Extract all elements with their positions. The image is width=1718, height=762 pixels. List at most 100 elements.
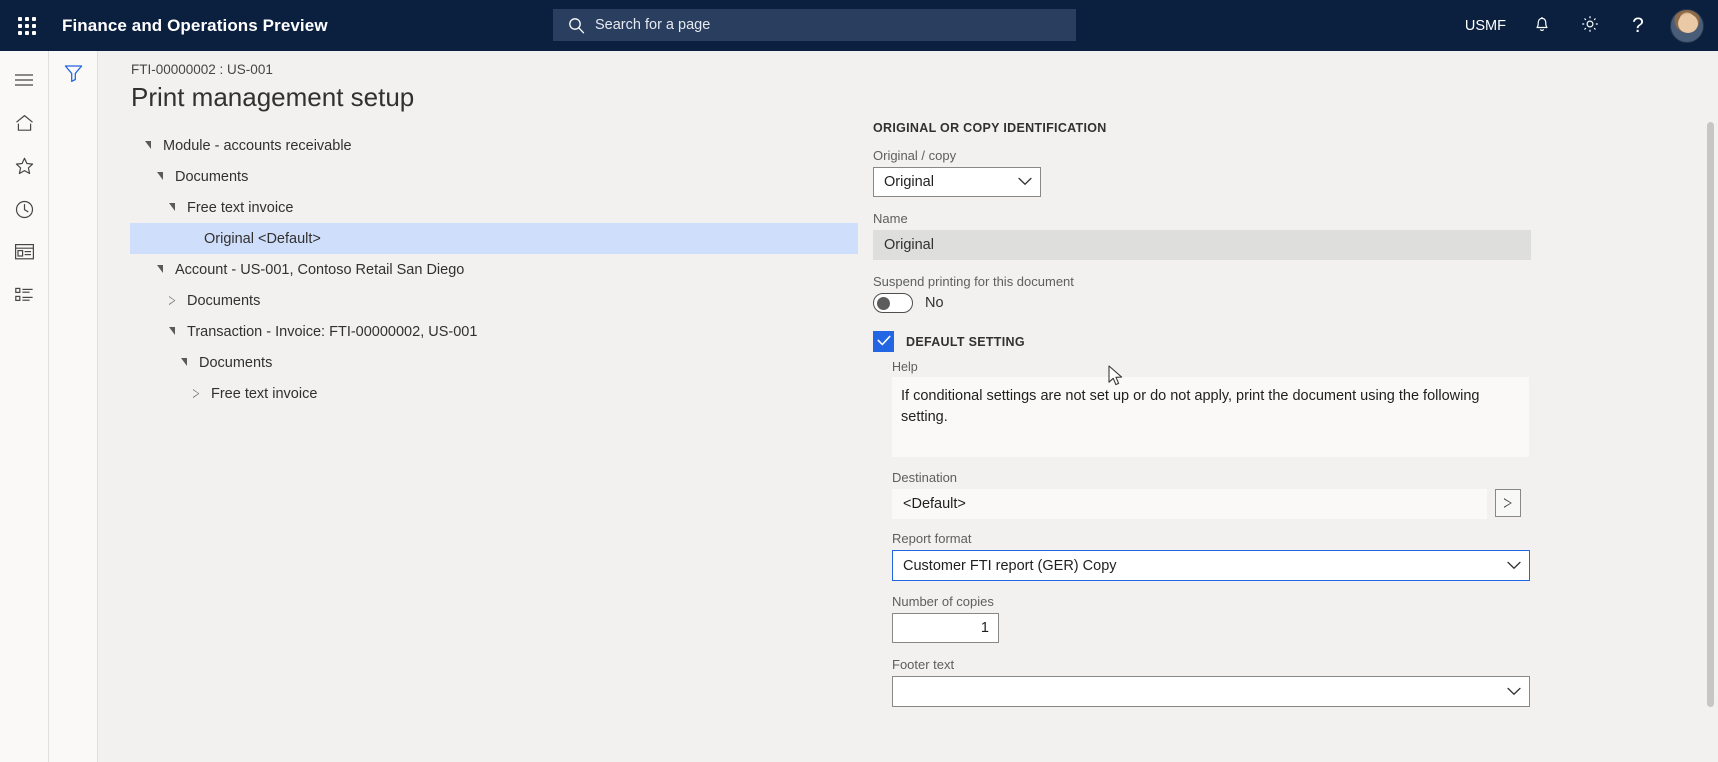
company-selector[interactable]: USMF bbox=[1453, 0, 1518, 51]
name-field: Name Original bbox=[873, 211, 1663, 260]
search-placeholder: Search for a page bbox=[595, 17, 711, 33]
filter-button[interactable] bbox=[56, 59, 90, 91]
destination-input[interactable]: <Default> bbox=[892, 489, 1487, 519]
tree-node-label: Account - US-001, Contoso Retail San Die… bbox=[175, 261, 465, 278]
suspend-printing-toggle[interactable] bbox=[873, 293, 913, 313]
destination-field: Destination <Default> bbox=[892, 470, 1663, 519]
tree-node[interactable]: Free text invoice bbox=[131, 378, 861, 409]
workspace-icon bbox=[14, 243, 35, 266]
triangle-expanded-icon bbox=[169, 326, 175, 335]
settings-panel: ORIGINAL OR COPY IDENTIFICATION Original… bbox=[873, 121, 1663, 707]
destination-value: <Default> bbox=[903, 496, 966, 512]
tree-node[interactable]: Free text invoice bbox=[131, 192, 861, 223]
tree-node-label: Module - accounts receivable bbox=[163, 137, 352, 154]
top-navigation-bar: Finance and Operations Preview Search fo… bbox=[0, 0, 1718, 51]
tree-node[interactable]: Transaction - Invoice: FTI-00000002, US-… bbox=[131, 316, 861, 347]
play-triangle-icon bbox=[1504, 498, 1512, 508]
page-content: FTI-00000002 : US-001 Print management s… bbox=[98, 51, 1718, 762]
name-input: Original bbox=[873, 230, 1531, 260]
sidebar-item-recent[interactable] bbox=[0, 190, 49, 233]
destination-label: Destination bbox=[892, 470, 958, 485]
default-setting-title: DEFAULT SETTING bbox=[906, 334, 1025, 349]
tree-node-selected[interactable]: Original <Default> bbox=[130, 223, 858, 254]
help-button[interactable]: ? bbox=[1614, 0, 1662, 51]
avatar[interactable] bbox=[1670, 8, 1704, 43]
notifications-button[interactable] bbox=[1518, 0, 1566, 51]
suspend-printing-row: No bbox=[873, 293, 1663, 313]
tree-node-label: Documents bbox=[199, 354, 273, 371]
tree-node-label: Documents bbox=[187, 292, 261, 309]
expander[interactable] bbox=[175, 357, 193, 367]
triangle-collapsed-icon bbox=[193, 389, 200, 399]
expand-navigation-button[interactable] bbox=[0, 61, 49, 104]
tree-node-label: Transaction - Invoice: FTI-00000002, US-… bbox=[187, 323, 478, 340]
default-setting-body: Help If conditional settings are not set… bbox=[892, 360, 1663, 707]
modules-list-icon bbox=[14, 286, 35, 309]
section-title-original-or-copy: ORIGINAL OR COPY IDENTIFICATION bbox=[873, 121, 1107, 135]
top-right-actions: USMF ? bbox=[1453, 0, 1718, 51]
expander[interactable] bbox=[151, 171, 169, 181]
tree-node-label: Free text invoice bbox=[187, 199, 294, 216]
tree-node[interactable]: Module - accounts receivable bbox=[131, 130, 861, 161]
original-copy-value: Original bbox=[884, 174, 934, 190]
expander[interactable] bbox=[163, 326, 181, 336]
number-of-copies-label: Number of copies bbox=[892, 594, 994, 609]
report-format-label: Report format bbox=[892, 531, 972, 546]
sidebar-item-modules[interactable] bbox=[0, 276, 49, 319]
tree-node[interactable]: Documents bbox=[131, 285, 861, 316]
waffle-menu-button[interactable] bbox=[0, 0, 54, 51]
chevron-down-icon bbox=[1018, 174, 1032, 190]
page-title: Print management setup bbox=[131, 82, 415, 112]
waffle-grid-icon bbox=[18, 16, 36, 35]
tree-node[interactable]: Documents bbox=[131, 347, 861, 378]
tree-node-label: Documents bbox=[175, 168, 249, 185]
destination-row: <Default> bbox=[892, 489, 1663, 519]
triangle-expanded-icon bbox=[181, 357, 187, 366]
original-copy-select[interactable]: Original bbox=[873, 167, 1041, 197]
expander[interactable] bbox=[187, 389, 205, 399]
report-format-value: Customer FTI report (GER) Copy bbox=[903, 557, 1117, 574]
print-management-tree: Module - accounts receivable Documents F… bbox=[130, 130, 861, 409]
name-value: Original bbox=[884, 237, 934, 253]
original-copy-label: Original / copy bbox=[873, 148, 957, 163]
tree-node[interactable]: Documents bbox=[131, 161, 861, 192]
app-root: Finance and Operations Preview Search fo… bbox=[0, 0, 1718, 762]
triangle-expanded-icon bbox=[157, 171, 163, 180]
filter-funnel-icon bbox=[63, 63, 84, 88]
bell-icon bbox=[1533, 14, 1551, 37]
breadcrumb: FTI-00000002 : US-001 bbox=[131, 62, 273, 77]
original-copy-field: Original / copy Original bbox=[873, 148, 1663, 197]
destination-open-button[interactable] bbox=[1495, 489, 1521, 517]
expander[interactable] bbox=[139, 140, 157, 150]
sidebar-item-favorites[interactable] bbox=[0, 147, 49, 190]
sidebar-item-home[interactable] bbox=[0, 104, 49, 147]
expander[interactable] bbox=[163, 202, 181, 212]
clock-icon bbox=[14, 199, 35, 225]
help-label: Help bbox=[892, 360, 918, 374]
hamburger-menu-icon bbox=[14, 73, 34, 92]
vertical-scrollbar[interactable] bbox=[1707, 122, 1714, 762]
expander[interactable] bbox=[163, 296, 181, 306]
report-format-select[interactable]: Customer FTI report (GER) Copy bbox=[892, 550, 1530, 581]
search-icon bbox=[568, 17, 585, 34]
tree-node[interactable]: Account - US-001, Contoso Retail San Die… bbox=[131, 254, 861, 285]
tree-node-label: Free text invoice bbox=[211, 385, 318, 402]
triangle-collapsed-icon bbox=[169, 296, 176, 306]
default-setting-checkbox[interactable] bbox=[873, 331, 894, 352]
expander[interactable] bbox=[151, 264, 169, 274]
help-text: If conditional settings are not set up o… bbox=[892, 377, 1529, 457]
report-format-field: Report format Customer FTI report (GER) … bbox=[892, 531, 1663, 581]
triangle-expanded-icon bbox=[169, 202, 175, 211]
settings-button[interactable] bbox=[1566, 0, 1614, 51]
chevron-down-icon bbox=[1507, 684, 1521, 700]
footer-text-select[interactable] bbox=[892, 676, 1530, 707]
footer-text-label: Footer text bbox=[892, 657, 955, 672]
number-of-copies-input[interactable]: 1 bbox=[892, 613, 999, 643]
left-navigation-rail bbox=[0, 51, 49, 762]
app-title: Finance and Operations Preview bbox=[62, 15, 328, 35]
scrollbar-thumb[interactable] bbox=[1707, 122, 1714, 707]
sidebar-item-workspaces[interactable] bbox=[0, 233, 49, 276]
help-field: Help If conditional settings are not set… bbox=[892, 360, 1663, 457]
filter-pane bbox=[49, 51, 98, 762]
search-input[interactable]: Search for a page bbox=[553, 9, 1076, 41]
